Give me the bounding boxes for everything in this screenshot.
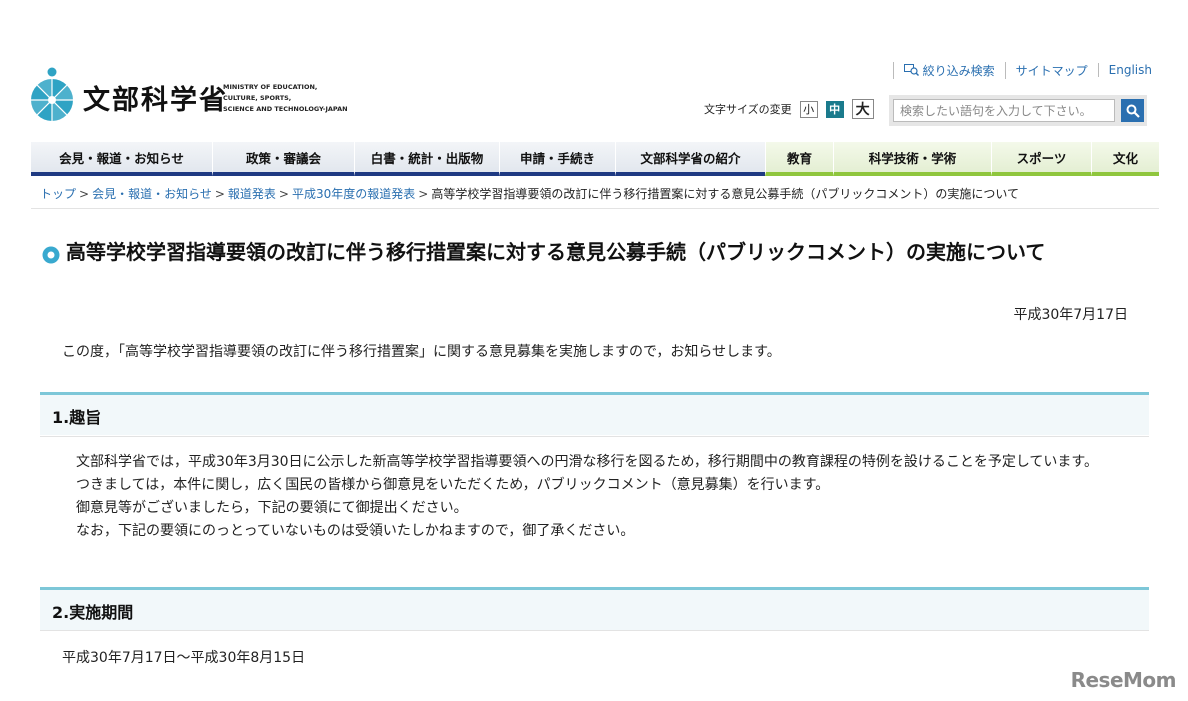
- section-body-purpose: 文部科学省では，平成30年3月30日に公示した新高等学校学習指導要領への円滑な移…: [62, 451, 1132, 543]
- logo-emblem-icon: [31, 67, 73, 121]
- section-divider: [40, 436, 1149, 437]
- font-size-control: 文字サイズの変更 小 中 大: [704, 99, 882, 119]
- breadcrumb-top[interactable]: トップ: [40, 187, 76, 201]
- site-search: [889, 95, 1147, 126]
- section-heading-purpose: 1.趣旨: [40, 392, 1149, 435]
- page-title: 高等学校学習指導要領の改訂に伴う移行措置案に対する意見公募手続（パブリックコメン…: [66, 240, 1046, 264]
- implementation-period: 平成30年7月17日〜平成30年8月15日: [62, 650, 306, 666]
- font-size-label: 文字サイズの変更: [704, 103, 792, 116]
- intro-text: この度，「高等学校学習指導要領の改訂に伴う移行措置案」に関する意見募集を実施しま…: [62, 344, 781, 360]
- breadcrumb-divider: [31, 208, 1159, 209]
- filter-search-icon: [903, 64, 919, 76]
- paragraph: つきましては，本件に関し，広く国民の皆様から御意見をいただくため，パブリックコメ…: [76, 477, 830, 493]
- search-input[interactable]: [893, 99, 1115, 122]
- nav-culture[interactable]: 文化: [1091, 142, 1159, 176]
- search-icon: [1126, 104, 1140, 118]
- paragraph: なお，下記の要領にのっとっていないものは受領いたしかねますので，御了承ください。: [76, 523, 635, 539]
- breadcrumb-releases[interactable]: 報道発表: [228, 187, 276, 201]
- nav-applications[interactable]: 申請・手続き: [499, 142, 615, 176]
- breadcrumb-current: 高等学校学習指導要領の改訂に伴う移行措置案に対する意見公募手続（パブリックコメン…: [431, 187, 1019, 201]
- english-link[interactable]: English: [1097, 63, 1152, 77]
- section-divider: [40, 630, 1149, 631]
- section-heading-period: 2.実施期間: [40, 587, 1149, 630]
- global-nav: 会見・報道・お知らせ 政策・審議会 白書・統計・出版物 申請・手続き 文部科学省…: [31, 142, 1159, 176]
- nav-science[interactable]: 科学技術・学術: [833, 142, 991, 176]
- font-size-small-button[interactable]: 小: [799, 100, 818, 118]
- nav-about[interactable]: 文部科学省の紹介: [615, 142, 765, 176]
- nav-sports[interactable]: スポーツ: [991, 142, 1091, 176]
- filter-search-link[interactable]: 絞り込み検索: [892, 61, 1005, 79]
- utility-links: 絞り込み検索 サイトマップ English: [892, 61, 1152, 79]
- paragraph: 文部科学省では，平成30年3月30日に公示した新高等学校学習指導要領への円滑な移…: [76, 454, 1099, 470]
- logo-text-jp: 文部科学省: [83, 85, 228, 116]
- section-title: 1.趣旨: [52, 408, 102, 427]
- paragraph: 御意見等がございましたら，下記の要領にて御提出ください。: [76, 500, 468, 516]
- section-title: 2.実施期間: [52, 603, 134, 622]
- font-size-large-button[interactable]: 大: [851, 99, 874, 119]
- logo-text-en: MINISTRY OF EDUCATION, CULTURE, SPORTS, …: [223, 83, 348, 113]
- nav-publications[interactable]: 白書・統計・出版物: [354, 142, 499, 176]
- resemom-watermark: ReseMom: [1070, 668, 1177, 692]
- title-bullet-icon: [42, 246, 60, 264]
- ministry-logo[interactable]: 文部科学省 MINISTRY OF EDUCATION, CULTURE, SP…: [31, 66, 351, 122]
- sitemap-link[interactable]: サイトマップ: [1004, 61, 1098, 79]
- font-size-medium-button[interactable]: 中: [825, 100, 844, 118]
- breadcrumb: トップ > 会見・報道・お知らせ > 報道発表 > 平成30年度の報道発表 > 高等学校学習指導…: [40, 187, 1019, 201]
- breadcrumb-h30-releases[interactable]: 平成30年度の報道発表: [292, 187, 415, 201]
- nav-policy[interactable]: 政策・審議会: [212, 142, 354, 176]
- breadcrumb-press[interactable]: 会見・報道・お知らせ: [92, 187, 212, 201]
- search-button[interactable]: [1121, 99, 1144, 122]
- publish-date: 平成30年7月17日: [1013, 307, 1128, 323]
- nav-press[interactable]: 会見・報道・お知らせ: [31, 142, 212, 176]
- nav-education[interactable]: 教育: [765, 142, 833, 176]
